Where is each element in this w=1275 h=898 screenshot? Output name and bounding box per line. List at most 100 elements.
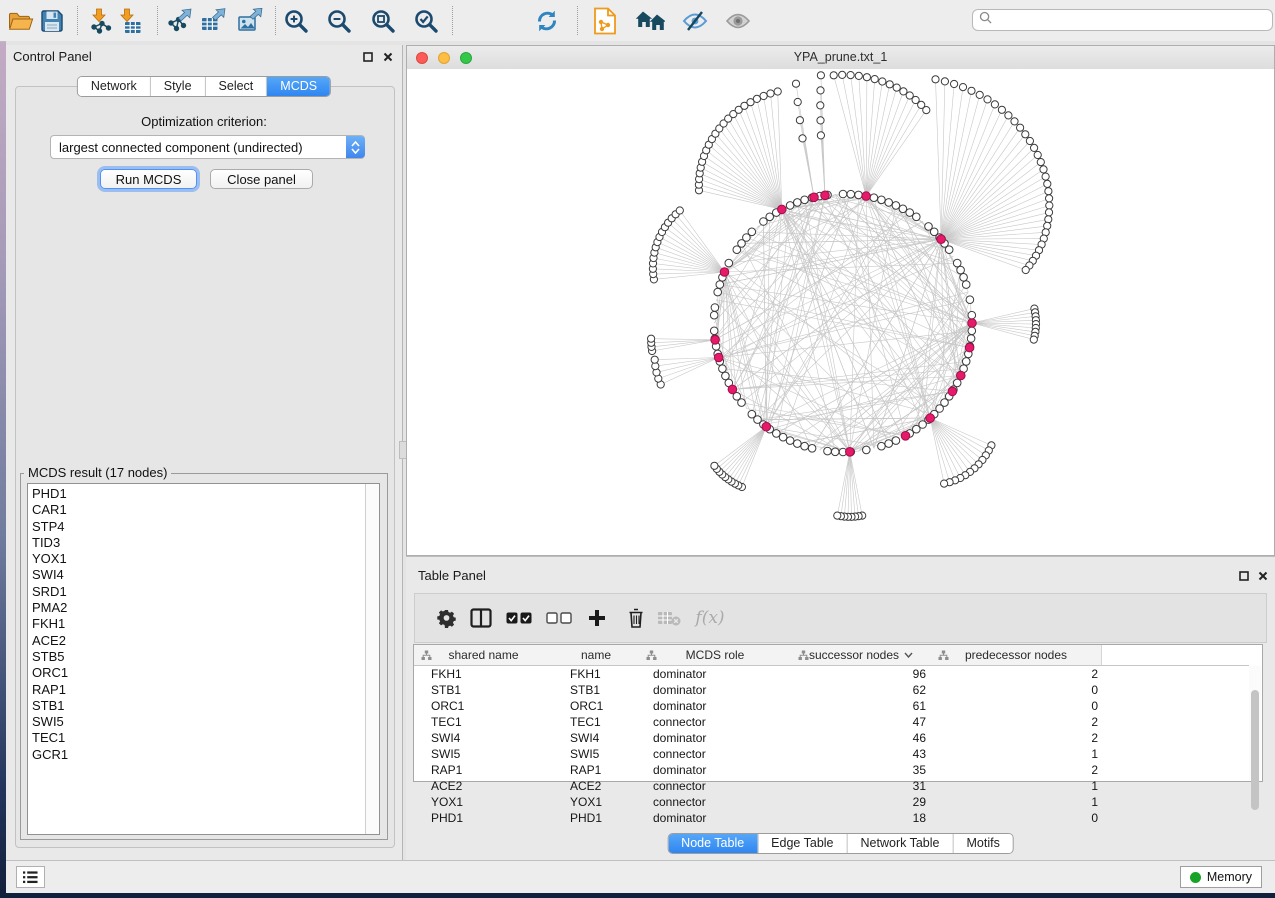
table-scrollbar[interactable] — [1249, 666, 1261, 780]
select-all-icon[interactable] — [505, 604, 533, 632]
run-mcds-button[interactable]: Run MCDS — [100, 169, 197, 189]
network-hub-node[interactable] — [901, 432, 910, 441]
network-node[interactable] — [794, 98, 801, 105]
table-cell[interactable]: 1 — [1018, 794, 1098, 810]
network-node[interactable] — [1031, 144, 1038, 151]
table-cell[interactable]: 2 — [1018, 714, 1098, 730]
network-hub-node[interactable] — [968, 319, 977, 328]
hide-annotations-icon[interactable] — [679, 5, 711, 37]
table-cell[interactable]: 2 — [1018, 762, 1098, 778]
float-icon[interactable] — [1238, 570, 1250, 582]
table-cell[interactable]: 1 — [1018, 746, 1098, 762]
network-node[interactable] — [794, 440, 802, 448]
network-node[interactable] — [941, 78, 948, 85]
network-node[interactable] — [966, 296, 974, 304]
network-node[interactable] — [892, 437, 900, 445]
network-node[interactable] — [863, 446, 871, 454]
network-node[interactable] — [878, 196, 886, 204]
network-hub-node[interactable] — [862, 192, 871, 201]
table-cell[interactable]: connector — [653, 714, 706, 730]
network-node[interactable] — [1026, 137, 1033, 144]
zoom-out-icon[interactable] — [323, 5, 355, 37]
network-document-icon[interactable] — [589, 5, 621, 37]
network-node[interactable] — [651, 356, 658, 363]
function-icon[interactable]: f(x) — [696, 604, 724, 632]
mcds-result-item[interactable]: ORC1 — [28, 665, 365, 681]
table-cell[interactable]: connector — [653, 746, 706, 762]
network-node[interactable] — [1037, 159, 1044, 166]
network-node[interactable] — [1034, 151, 1041, 158]
network-node[interactable] — [1046, 202, 1053, 209]
network-node[interactable] — [871, 76, 878, 83]
column-header-MCDS-role[interactable]: MCDS role — [639, 645, 792, 666]
network-node[interactable] — [834, 512, 841, 519]
network-node[interactable] — [786, 202, 794, 210]
table-cell[interactable]: 0 — [1018, 810, 1098, 826]
table-cell[interactable]: SWI4 — [570, 730, 599, 746]
export-network-icon[interactable] — [163, 5, 195, 37]
network-node[interactable] — [808, 445, 816, 453]
table-cell[interactable]: TEC1 — [570, 714, 601, 730]
network-node[interactable] — [710, 311, 718, 319]
network-hub-node[interactable] — [711, 336, 720, 345]
network-node[interactable] — [1045, 216, 1052, 223]
network-node[interactable] — [748, 410, 756, 418]
table-cell[interactable]: ORC1 — [431, 698, 464, 714]
network-node[interactable] — [962, 358, 970, 366]
zoom-selected-icon[interactable] — [410, 5, 442, 37]
tab-network-table[interactable]: Network Table — [847, 834, 953, 853]
column-header-name[interactable]: name — [553, 645, 640, 666]
table-cell[interactable]: 47 — [846, 714, 926, 730]
network-node[interactable] — [1046, 195, 1053, 202]
network-hub-node[interactable] — [937, 235, 946, 244]
network-node[interactable] — [710, 327, 718, 335]
table-cell[interactable]: 18 — [846, 810, 926, 826]
table-cell[interactable]: dominator — [653, 762, 706, 778]
network-node[interactable] — [968, 311, 976, 319]
table-cell[interactable]: 29 — [846, 794, 926, 810]
network-node[interactable] — [748, 228, 756, 236]
mcds-result-item[interactable]: FKH1 — [28, 616, 365, 632]
network-node[interactable] — [1011, 118, 1018, 125]
table-cell[interactable]: PHD1 — [570, 810, 602, 826]
table-cell[interactable]: 62 — [846, 682, 926, 698]
mcds-result-item[interactable]: PMA2 — [28, 600, 365, 616]
network-node[interactable] — [893, 84, 900, 91]
network-node[interactable] — [976, 91, 983, 98]
network-node[interactable] — [1042, 173, 1049, 180]
memory-button[interactable]: Memory — [1180, 866, 1262, 888]
network-node[interactable] — [774, 88, 781, 95]
table-cell[interactable]: connector — [653, 778, 706, 794]
network-node[interactable] — [760, 92, 767, 99]
export-table-icon[interactable] — [197, 5, 229, 37]
network-node[interactable] — [817, 87, 824, 94]
network-node[interactable] — [847, 72, 854, 79]
network-node[interactable] — [767, 90, 774, 97]
network-node[interactable] — [817, 72, 824, 79]
table-cell[interactable]: ACE2 — [570, 778, 601, 794]
criterion-select[interactable]: largest connected component (undirected) — [50, 135, 365, 159]
mcds-result-list[interactable]: PHD1CAR1STP4TID3YOX1SWI4SRD1PMA2FKH1ACE2… — [27, 483, 380, 835]
network-hub-node[interactable] — [957, 371, 966, 380]
network-hub-node[interactable] — [948, 387, 957, 396]
search-box[interactable] — [972, 9, 1273, 31]
delete-icon[interactable] — [622, 604, 650, 632]
network-hub-node[interactable] — [810, 193, 819, 202]
network-graph[interactable] — [407, 69, 1274, 555]
network-node[interactable] — [824, 447, 832, 455]
table-cell[interactable]: SWI4 — [431, 730, 460, 746]
network-node[interactable] — [794, 199, 802, 207]
network-node[interactable] — [932, 76, 939, 83]
network-node[interactable] — [941, 480, 948, 487]
table-cell[interactable]: SWI5 — [570, 746, 599, 762]
network-node[interactable] — [870, 194, 878, 202]
apply-layout-icon[interactable] — [531, 5, 563, 37]
network-node[interactable] — [1022, 131, 1029, 138]
network-node[interactable] — [885, 199, 893, 207]
network-node[interactable] — [801, 442, 809, 450]
network-hub-node[interactable] — [926, 414, 935, 423]
table-cell[interactable]: 2 — [1018, 730, 1098, 746]
clear-table-icon[interactable] — [655, 604, 683, 632]
network-node[interactable] — [960, 274, 968, 282]
network-node[interactable] — [711, 304, 719, 312]
